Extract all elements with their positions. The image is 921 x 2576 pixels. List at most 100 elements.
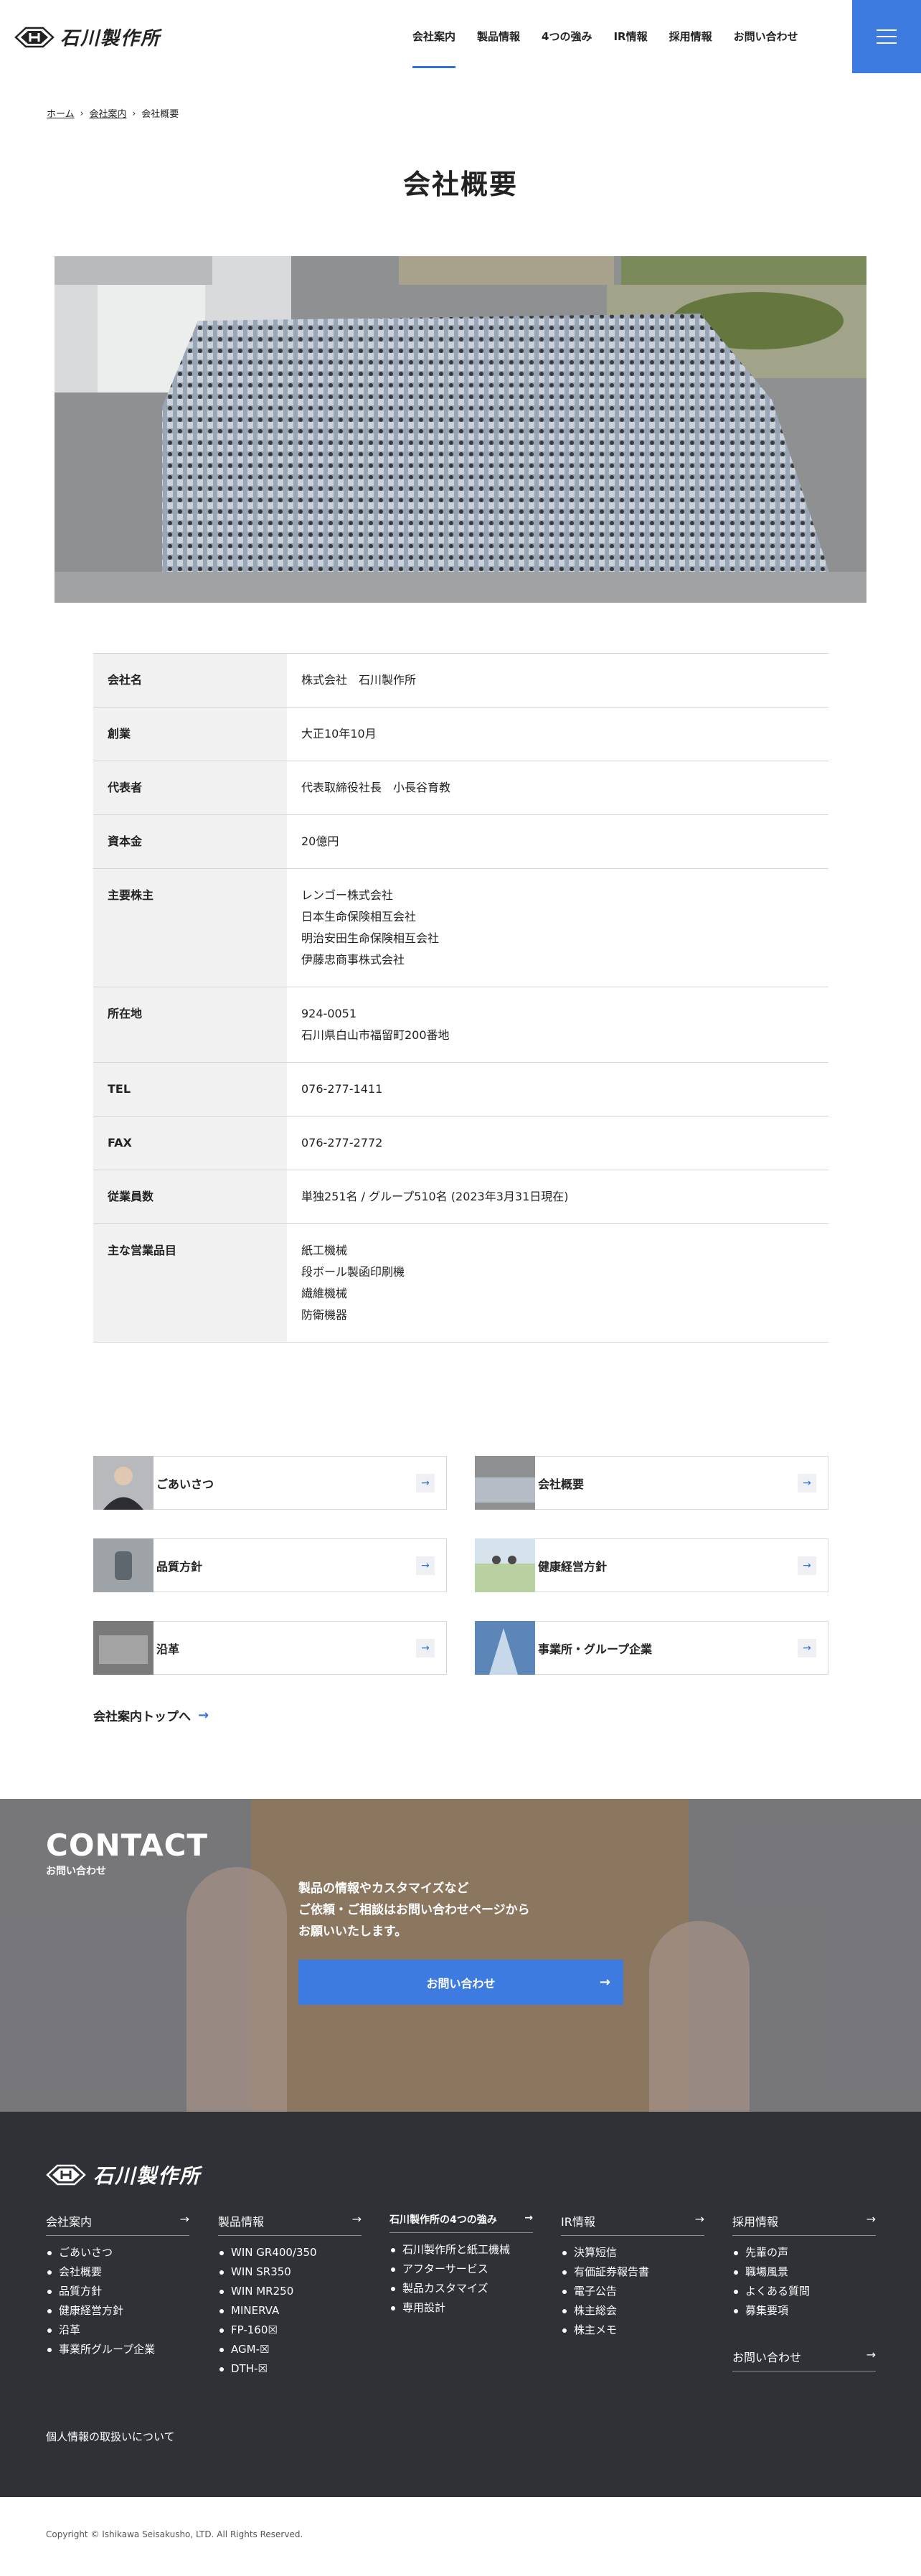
nav-strengths[interactable]: 4つの強み [542, 29, 592, 68]
footer-col-company: 会社案内 → ごあいさつ 会社概要 品質方針 健康経営方針 沿革 事業所グループ企… [46, 2212, 189, 2359]
arrow-right-icon: → [798, 1638, 816, 1658]
quality-thumbnail [93, 1538, 154, 1592]
row-value: 076-277-1411 [301, 1082, 383, 1096]
footer-head-products[interactable]: 製品情報 → [218, 2212, 362, 2236]
footer-link[interactable]: 沿革 [46, 2321, 189, 2340]
footer-head-ir[interactable]: IR情報 → [561, 2212, 704, 2236]
arrow-right-icon: → [416, 1473, 435, 1493]
row-label: FAX [93, 1116, 287, 1170]
footer-link[interactable]: 製品カスタマイズ [389, 2279, 533, 2298]
footer-head-company[interactable]: 会社案内 → [46, 2212, 189, 2236]
contact-title-ja: お問い合わせ [46, 1866, 106, 1877]
nav-ir[interactable]: IR情報 [613, 29, 647, 68]
footer-link[interactable]: MINERVA [218, 2301, 362, 2321]
global-nav: 会社案内 製品情報 4つの強み IR情報 採用情報 お問い合わせ [412, 29, 820, 68]
arrow-right-icon: → [416, 1556, 435, 1575]
footer-link[interactable]: WIN SR350 [218, 2262, 362, 2282]
row-label: 主な営業品目 [93, 1223, 287, 1343]
footer-link[interactable]: 品質方針 [46, 2282, 189, 2301]
row-value: 大正10年10月 [301, 727, 377, 741]
breadcrumb-home[interactable]: ホーム [47, 106, 75, 120]
arrow-right-icon: → [798, 1556, 816, 1575]
footer-link[interactable]: 募集要項 [732, 2301, 876, 2321]
footer-link[interactable]: 事業所グループ企業 [46, 2340, 189, 2359]
company-top-link[interactable]: 会社案内トップへ → [93, 1706, 209, 1724]
arrow-right-icon: → [798, 1473, 816, 1493]
contact-title-en: CONTACT [46, 1828, 209, 1863]
card-overview[interactable]: 会社概要 → [475, 1455, 828, 1510]
footer-link[interactable]: WIN GR400/350 [218, 2243, 362, 2262]
site-footer: 石川製作所 会社案内 → ごあいさつ 会社概要 品質方針 健康経営方針 沿革 事業… [0, 2112, 921, 2497]
table-row: 会社名 株式会社 石川製作所 [93, 653, 828, 708]
footer-link[interactable]: FP-160☒ [218, 2321, 362, 2340]
table-row: 創業 大正10年10月 [93, 707, 828, 761]
arrow-right-icon: → [694, 2212, 704, 2226]
offices-thumbnail [475, 1620, 535, 1675]
privacy-policy-link[interactable]: 個人情報の取扱いについて [46, 2429, 175, 2444]
table-row: 主な営業品目 紙工機械 段ボール製函印刷機 繊維機械 防衛機器 [93, 1223, 828, 1343]
contact-section: CONTACT お問い合わせ 製品の情報やカスタマイズなど ご依頼・ご相談はお問… [0, 1799, 921, 2112]
company-group-photo [55, 256, 866, 603]
contact-button[interactable]: お問い合わせ → [298, 1960, 623, 2005]
footer-link[interactable]: 石川製作所と紙工機械 [389, 2240, 533, 2260]
nav-recruit[interactable]: 採用情報 [669, 29, 712, 68]
logo-mark-icon [14, 27, 55, 47]
logo-mark-icon [46, 2164, 86, 2186]
footer-link[interactable]: AGM-☒ [218, 2340, 362, 2359]
footer-link[interactable]: 職場風景 [732, 2262, 876, 2282]
card-offices-group[interactable]: 事業所・グループ企業 → [475, 1620, 828, 1675]
page-title: 会社概要 [402, 169, 518, 200]
footer-link[interactable]: 決算短信 [561, 2243, 704, 2262]
table-row: 代表者 代表取締役社長 小長谷育教 [93, 761, 828, 815]
footer-col-recruit: 採用情報 → 先輩の声 職場風景 よくある質問 募集要項 お問い合わせ → [732, 2212, 876, 2371]
footer-head-recruit[interactable]: 採用情報 → [732, 2212, 876, 2236]
footer-link[interactable]: 有価証券報告書 [561, 2262, 704, 2282]
nav-contact[interactable]: お問い合わせ [734, 29, 798, 68]
card-quality-policy[interactable]: 品質方針 → [93, 1538, 447, 1592]
row-label: 代表者 [93, 761, 287, 815]
footer-link[interactable]: よくある質問 [732, 2282, 876, 2301]
hamburger-icon[interactable] [852, 0, 921, 73]
row-value: レンゴー株式会社 日本生命保険相互会社 明治安田生命保険相互会社 伊藤忠商事株式… [301, 888, 440, 967]
logo-text: 石川製作所 [60, 28, 161, 50]
card-health-policy[interactable]: 健康経営方針 → [475, 1538, 828, 1592]
card-history[interactable]: 沿革 → [93, 1620, 447, 1675]
footer-link[interactable]: 電子公告 [561, 2282, 704, 2301]
table-row: 所在地 924-0051 石川県白山市福留町200番地 [93, 987, 828, 1063]
footer-link[interactable]: 株主メモ [561, 2321, 704, 2340]
card-greeting[interactable]: ごあいさつ → [93, 1455, 447, 1510]
site-logo[interactable]: 石川製作所 [14, 24, 161, 50]
footer-link[interactable]: 会社概要 [46, 2262, 189, 2282]
arrow-right-icon: → [866, 2212, 876, 2226]
arrow-right-icon: → [524, 2212, 533, 2224]
footer-link[interactable]: 先輩の声 [732, 2243, 876, 2262]
greeting-thumbnail [93, 1455, 154, 1510]
company-info-table: 会社名 株式会社 石川製作所 創業 大正10年10月 代表者 代表取締役社長 小… [93, 653, 828, 1343]
row-label: TEL [93, 1062, 287, 1117]
footer-logo[interactable]: 石川製作所 [46, 2161, 201, 2189]
contact-description: 製品の情報やカスタマイズなど ご依頼・ご相談はお問い合わせページから お願いいた… [298, 1881, 530, 1939]
footer-link[interactable]: DTH-☒ [218, 2359, 362, 2379]
row-value: 紙工機械 段ボール製函印刷機 繊維機械 防衛機器 [301, 1244, 405, 1322]
row-label: 資本金 [93, 814, 287, 869]
footer-col-products: 製品情報 → WIN GR400/350 WIN SR350 WIN MR250 … [218, 2212, 362, 2379]
footer-link[interactable]: 健康経営方針 [46, 2301, 189, 2321]
nav-company[interactable]: 会社案内 [412, 29, 456, 68]
footer-link[interactable]: 専用設計 [389, 2298, 533, 2318]
footer-head-strengths[interactable]: 石川製作所の4つの強み → [389, 2212, 533, 2233]
row-value: 株式会社 石川製作所 [301, 673, 417, 687]
arrow-right-icon: → [866, 2348, 876, 2361]
row-label: 主要株主 [93, 868, 287, 987]
breadcrumb-parent[interactable]: 会社案内 [89, 106, 126, 120]
footer-head-contact[interactable]: お問い合わせ → [732, 2348, 876, 2371]
footer-link[interactable]: アフターサービス [389, 2260, 533, 2279]
footer-link[interactable]: ごあいさつ [46, 2243, 189, 2262]
footer-link[interactable]: 株主総会 [561, 2301, 704, 2321]
history-thumbnail [93, 1620, 154, 1675]
table-row: 資本金 20億円 [93, 814, 828, 869]
nav-products[interactable]: 製品情報 [477, 29, 520, 68]
arrow-right-icon: → [416, 1638, 435, 1658]
copyright-bar: Copyright © Ishikawa Seisakusho, LTD. Al… [0, 2497, 921, 2576]
arrow-right-icon: → [198, 1708, 209, 1723]
footer-link[interactable]: WIN MR250 [218, 2282, 362, 2301]
